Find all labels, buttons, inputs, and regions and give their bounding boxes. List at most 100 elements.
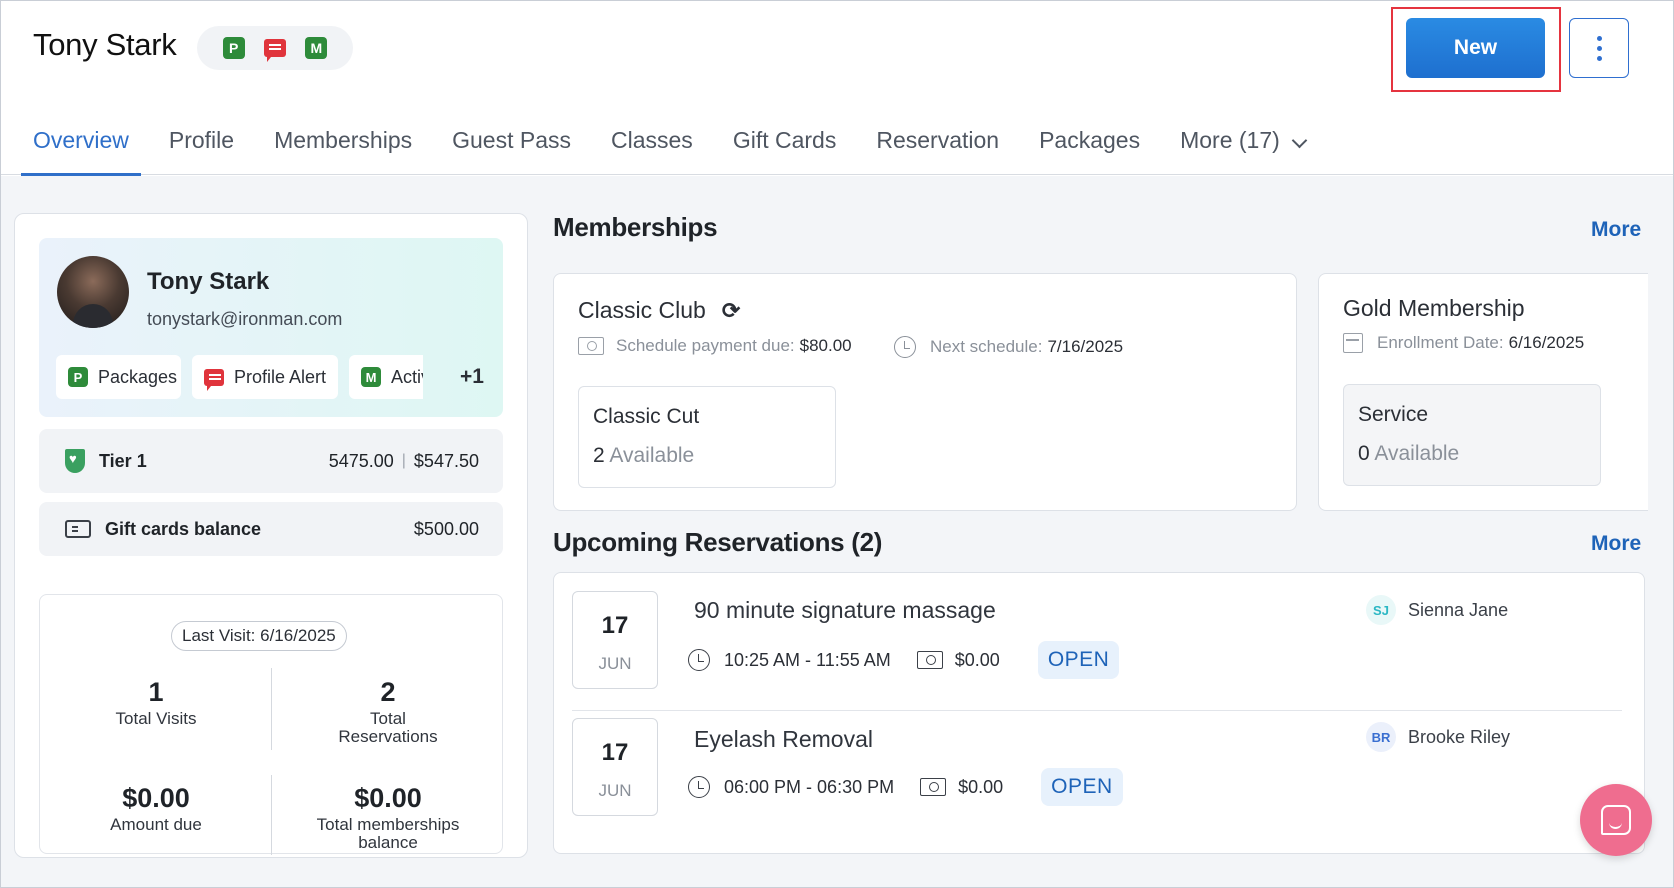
list-item[interactable]: 17 JUN 90 minute signature massage 10:25…: [554, 573, 1644, 703]
reservation-staff: BR Brooke Riley: [1366, 722, 1510, 752]
clock-icon: [688, 776, 710, 798]
more-chips-count[interactable]: +1: [460, 365, 484, 389]
packages-badge-icon[interactable]: P: [222, 37, 245, 59]
reservation-time: 06:00 PM - 06:30 PM: [724, 776, 895, 797]
reservation-time: 10:25 AM - 11:55 AM: [724, 649, 891, 670]
loyalty-shield-icon: [65, 449, 85, 473]
tab-reservation[interactable]: Reservation: [864, 113, 1011, 175]
reservation-meta: 06:00 PM - 06:30 PM $0.00 OPEN: [688, 768, 1123, 806]
payment-due-label: Schedule payment due:: [616, 336, 795, 355]
status-badge: OPEN: [1041, 768, 1123, 806]
reservation-month: JUN: [598, 781, 632, 800]
membership-name-text: Classic Club: [578, 297, 706, 323]
reservation-day: 17: [601, 739, 629, 766]
total-visits-value: 1: [148, 677, 164, 707]
next-schedule-label: Next schedule:: [930, 337, 1043, 356]
status-badge: OPEN: [1037, 641, 1120, 679]
profile-box: Tony Stark tonystark@ironman.com P Packa…: [39, 238, 503, 417]
service-name: Classic Cut: [593, 405, 700, 428]
enrollment-info: Enrollment Date: 6/16/2025: [1343, 333, 1584, 353]
enrollment-value: 6/16/2025: [1508, 333, 1585, 352]
price-icon: [920, 778, 947, 796]
next-schedule-value: 7/16/2025: [1047, 337, 1124, 356]
reservation-date: 17 JUN: [572, 591, 658, 689]
tier-value: $547.50: [413, 450, 479, 471]
tab-memberships[interactable]: Memberships: [262, 113, 424, 175]
amount-due-label: Amount due: [110, 815, 202, 834]
reservation-staff: SJ Sienna Jane: [1366, 595, 1508, 625]
more-options-button[interactable]: [1569, 18, 1629, 78]
service-name: Service: [1358, 403, 1429, 426]
tab-packages[interactable]: Packages: [1027, 113, 1152, 175]
tab-guest-pass[interactable]: Guest Pass: [440, 113, 583, 175]
client-header: Tony Stark P M New: [1, 1, 1673, 111]
staff-name: Sienna Jane: [1408, 599, 1509, 620]
chip-membership[interactable]: M Active Membership: [349, 355, 423, 399]
chip-label: Active Membership: [391, 366, 423, 387]
tab-classes[interactable]: Classes: [599, 113, 705, 175]
membership-card-gold[interactable]: Gold Membership Enrollment Date: 6/16/20…: [1318, 273, 1648, 511]
clock-icon: [894, 336, 916, 358]
reservations-more-link[interactable]: More: [1591, 532, 1641, 556]
avatar: [57, 256, 129, 328]
staff-name: Brooke Riley: [1408, 726, 1511, 747]
chip-profile-alert[interactable]: Profile Alert: [192, 355, 338, 399]
overview-content: Tony Stark tonystark@ironman.com P Packa…: [1, 176, 1673, 887]
reservation-price: $0.00: [958, 776, 1004, 797]
total-reservations-label: Total Reservations: [338, 709, 438, 746]
client-name-title: Tony Stark: [33, 27, 177, 62]
reservation-date: 17 JUN: [572, 718, 658, 816]
gift-cards-value: $500.00: [413, 518, 479, 539]
chat-support-button[interactable]: [1580, 784, 1652, 856]
client-overview-window: Tony Stark P M New Overview Profile Memb…: [0, 0, 1674, 888]
memberships-more-link[interactable]: More: [1591, 218, 1641, 242]
chip-label: Profile Alert: [234, 366, 327, 387]
reservations-list: 17 JUN 90 minute signature massage 10:25…: [553, 572, 1645, 854]
amount-due-metric: $0.00 Amount due: [40, 783, 272, 834]
total-visits-metric: 1 Total Visits: [40, 677, 272, 728]
available-label: Available: [1374, 442, 1460, 465]
divider: |: [401, 452, 406, 469]
memberships-section-title: Memberships: [553, 212, 718, 242]
tab-gift-cards[interactable]: Gift Cards: [721, 113, 849, 175]
recurring-sync-icon: ⟳: [721, 298, 741, 323]
client-summary-card: Tony Stark tonystark@ironman.com P Packa…: [14, 213, 528, 858]
clock-icon: [688, 649, 710, 671]
price-icon: [916, 651, 943, 669]
chevron-down-icon: [1291, 132, 1308, 149]
enrollment-label: Enrollment Date:: [1377, 333, 1504, 352]
profile-name: Tony Stark: [147, 268, 270, 295]
tab-overview[interactable]: Overview: [21, 113, 141, 176]
profile-alert-icon[interactable]: [263, 39, 286, 62]
last-visit-badge: Last Visit: 6/16/2025: [171, 621, 347, 651]
membership-badge-icon: M: [361, 367, 381, 387]
membership-name: Gold Membership: [1343, 295, 1525, 321]
memberships-balance-label: Total memberships balance: [316, 815, 460, 852]
service-availability: 0 Available: [1358, 442, 1459, 466]
membership-service-box: Service 0 Available: [1343, 384, 1601, 486]
membership-name: Classic Club ⟳: [578, 297, 740, 324]
service-availability: 2 Available: [593, 444, 694, 468]
client-badges: P M: [197, 26, 353, 70]
list-item[interactable]: 17 JUN Eyelash Removal 06:00 PM - 06:30 …: [554, 711, 1644, 841]
tab-profile[interactable]: Profile: [157, 113, 246, 175]
reservations-section-title: Upcoming Reservations (2): [553, 527, 883, 557]
tab-more[interactable]: More (17): [1168, 113, 1317, 175]
available-label: Available: [609, 444, 695, 467]
membership-card-classic-club[interactable]: Classic Club ⟳ Schedule payment due: $80.…: [553, 273, 1297, 511]
profile-alert-icon: [204, 368, 224, 391]
reservation-title: 90 minute signature massage: [694, 597, 996, 623]
tab-more-label: More (17): [1180, 127, 1280, 153]
tier-row: Tier 1 5475.00 | $547.50: [39, 429, 503, 493]
reservation-price: $0.00: [954, 649, 1000, 670]
chip-packages[interactable]: P Packages: [56, 355, 181, 399]
new-button[interactable]: New: [1406, 18, 1545, 78]
gift-cards-label: Gift cards balance: [105, 518, 262, 539]
memberships-balance-value: $0.00: [354, 783, 422, 813]
membership-service-box: Classic Cut 2 Available: [578, 386, 836, 488]
chip-label: Packages: [98, 366, 178, 387]
payment-due-value: $80.00: [799, 336, 852, 355]
memberships-balance-metric: $0.00 Total memberships balance: [272, 783, 504, 852]
available-count: 0: [1358, 442, 1370, 465]
membership-badge-icon[interactable]: M: [305, 37, 328, 59]
